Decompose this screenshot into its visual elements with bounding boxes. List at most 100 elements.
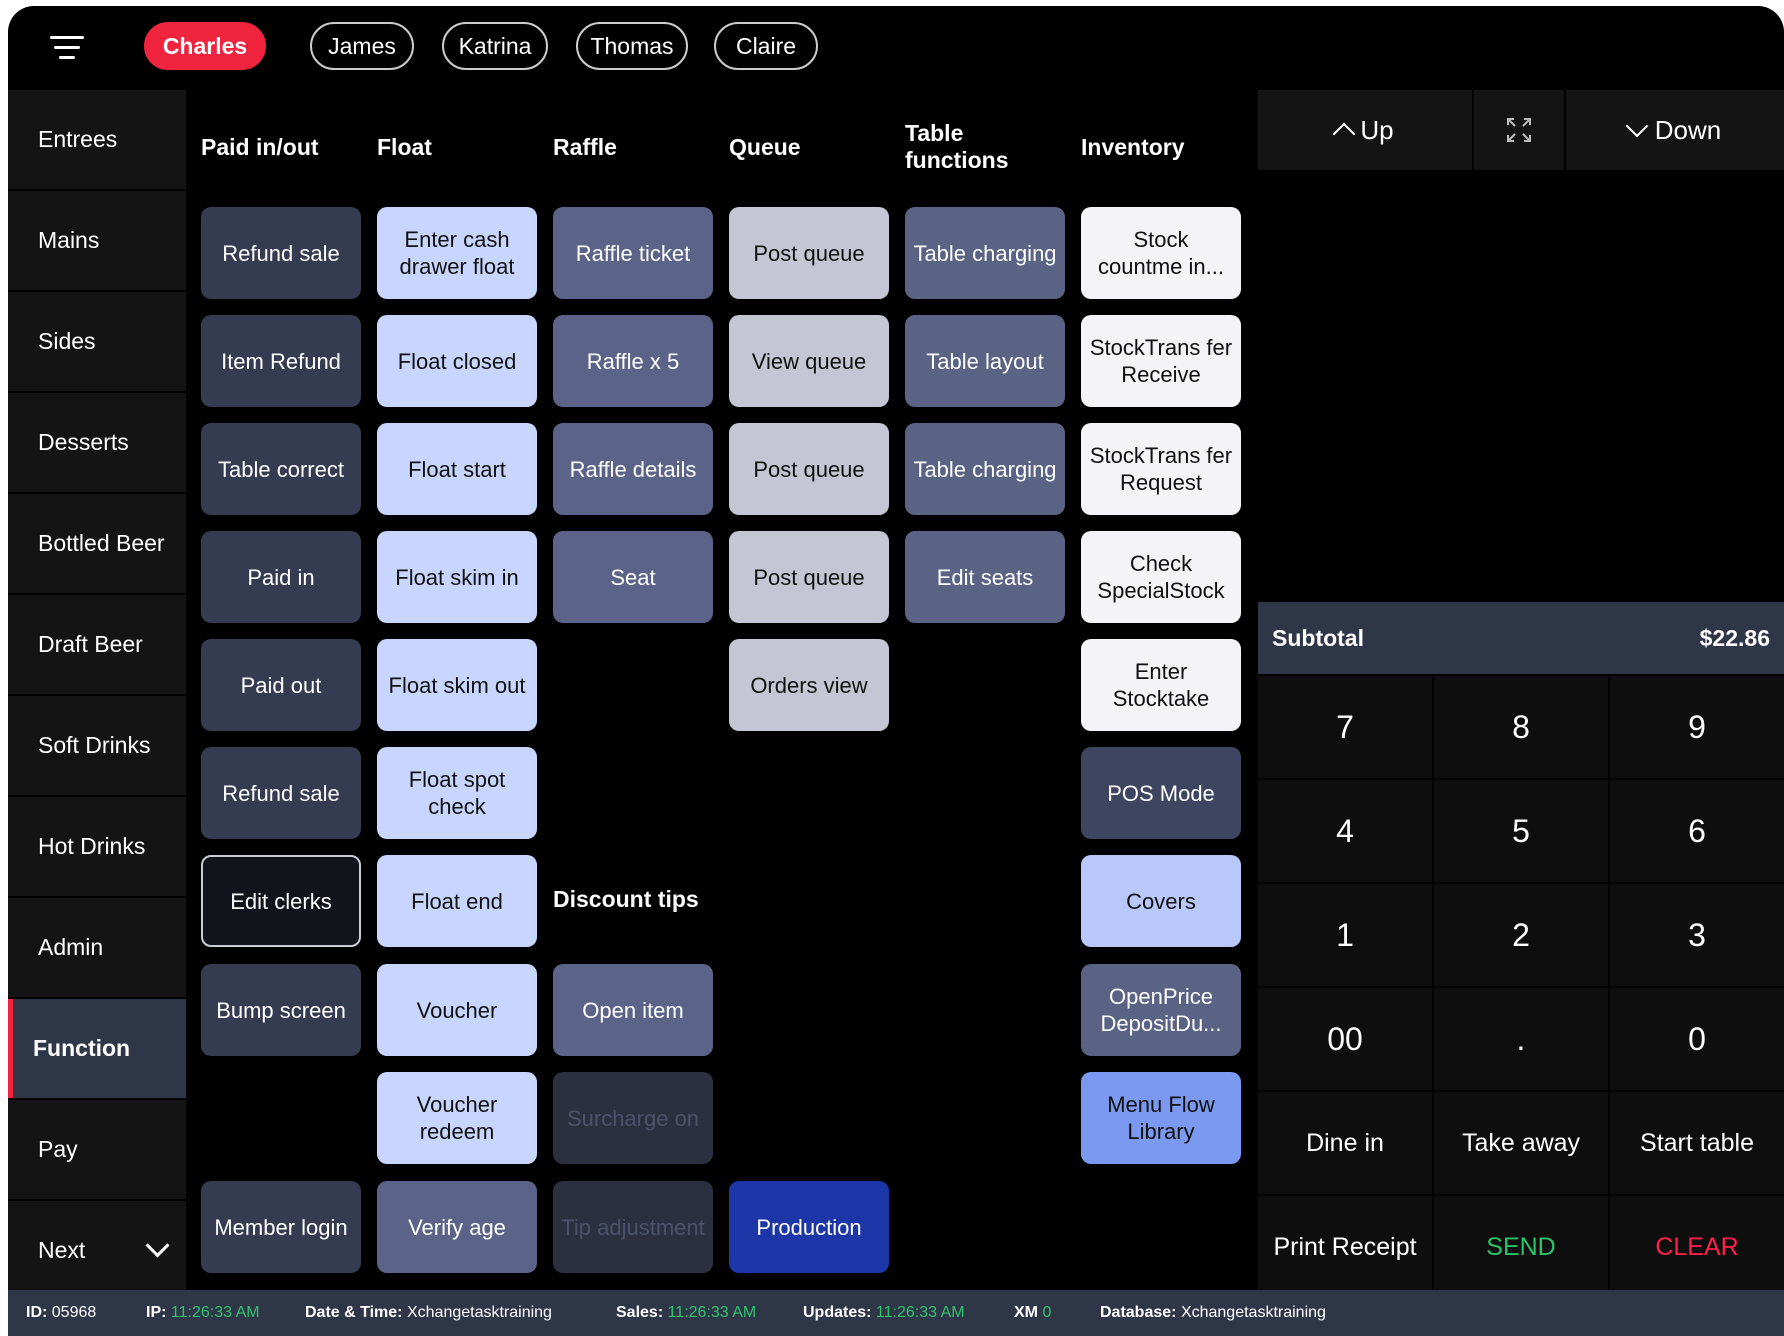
stock-transfer-receive-button[interactable]: StockTrans fer Receive [1081, 315, 1241, 407]
keypad-6[interactable]: 6 [1610, 780, 1784, 882]
edit-seats-button[interactable]: Edit seats [905, 531, 1065, 623]
status-database: Database: Xchangetasktraining [1100, 1304, 1326, 1321]
dine-in-button[interactable]: Dine in [1258, 1092, 1432, 1194]
voucher-button[interactable]: Voucher [377, 964, 537, 1056]
item-refund-button[interactable]: Item Refund [201, 315, 361, 407]
sidebar-item-hot-drinks[interactable]: Hot Drinks [8, 797, 186, 896]
float-end-button[interactable]: Float end [377, 855, 537, 947]
menu-flow-library-button[interactable]: Menu Flow Library [1081, 1072, 1241, 1164]
table-charging-button[interactable]: Table charging [905, 207, 1065, 299]
post-queue-button[interactable]: Post queue [729, 207, 889, 299]
keypad-5[interactable]: 5 [1434, 780, 1608, 882]
float-spot-check-button[interactable]: Float spot check [377, 747, 537, 839]
clerk-tab-katrina[interactable]: Katrina [442, 22, 548, 70]
sidebar-item-pay[interactable]: Pay [8, 1100, 186, 1199]
scroll-down-button[interactable]: Down [1566, 90, 1784, 170]
paid-in-button[interactable]: Paid in [201, 531, 361, 623]
surcharge-on-button[interactable]: Surcharge on [553, 1072, 713, 1164]
status-xm: XM 0 [1014, 1304, 1052, 1321]
float-closed-button[interactable]: Float closed [377, 315, 537, 407]
category-sidebar: Entrees Mains Sides Desserts Bottled Bee… [8, 90, 186, 1300]
keypad-2[interactable]: 2 [1434, 884, 1608, 986]
edit-clerks-button[interactable]: Edit clerks [201, 855, 361, 947]
sidebar-item-admin[interactable]: Admin [8, 898, 186, 997]
clear-button[interactable]: CLEAR [1610, 1196, 1784, 1298]
chevron-down-icon [1625, 114, 1649, 138]
sidebar-item-entrees[interactable]: Entrees [8, 90, 186, 189]
sidebar-item-sides[interactable]: Sides [8, 292, 186, 391]
table-charging-button-2[interactable]: Table charging [905, 423, 1065, 515]
refund-sale-button[interactable]: Refund sale [201, 207, 361, 299]
clerk-tab-claire[interactable]: Claire [714, 22, 818, 70]
status-sales: Sales: 11:26:33 AM [616, 1304, 757, 1321]
table-layout-button[interactable]: Table layout [905, 315, 1065, 407]
open-price-deposit-button[interactable]: OpenPrice DepositDu... [1081, 964, 1241, 1056]
keypad-0[interactable]: 0 [1610, 988, 1784, 1090]
enter-cash-drawer-float-button[interactable]: Enter cash drawer float [377, 207, 537, 299]
sidebar-item-soft-drinks[interactable]: Soft Drinks [8, 696, 186, 795]
scroll-up-button[interactable]: Up [1258, 90, 1472, 170]
raffle-x5-button[interactable]: Raffle x 5 [553, 315, 713, 407]
seat-button[interactable]: Seat [553, 531, 713, 623]
scroll-down-label: Down [1654, 114, 1722, 145]
keypad-00[interactable]: 00 [1258, 988, 1432, 1090]
sidebar-next-label: Next [38, 1237, 86, 1263]
expand-button[interactable] [1474, 90, 1564, 170]
paid-out-button[interactable]: Paid out [201, 639, 361, 731]
stock-countme-in-button[interactable]: Stock countme in... [1081, 207, 1241, 299]
float-skim-out-button[interactable]: Float skim out [377, 639, 537, 731]
keypad-9[interactable]: 9 [1610, 676, 1784, 778]
sidebar-item-function[interactable]: Function [8, 999, 186, 1098]
raffle-details-button[interactable]: Raffle details [553, 423, 713, 515]
status-bar: ID: 05968 IP: 11:26:33 AM Date & Time: X… [8, 1290, 1784, 1336]
keypad-1[interactable]: 1 [1258, 884, 1432, 986]
float-skim-in-button[interactable]: Float skim in [377, 531, 537, 623]
tip-adjustment-button[interactable]: Tip adjustment [553, 1181, 713, 1273]
column-header-table: Table functions [905, 120, 1009, 173]
refund-sale-button-2[interactable]: Refund sale [201, 747, 361, 839]
member-login-button[interactable]: Member login [201, 1181, 361, 1273]
pos-mode-button[interactable]: POS Mode [1081, 747, 1241, 839]
keypad-decimal[interactable]: . [1434, 988, 1608, 1090]
float-start-button[interactable]: Float start [377, 423, 537, 515]
post-queue-button-2[interactable]: Post queue [729, 423, 889, 515]
status-date-time: Date & Time: Xchangetasktraining [305, 1304, 552, 1321]
check-special-stock-button[interactable]: Check SpecialStock [1081, 531, 1241, 623]
keypad-8[interactable]: 8 [1434, 676, 1608, 778]
sidebar-item-next[interactable]: Next [8, 1201, 186, 1300]
take-away-button[interactable]: Take away [1434, 1092, 1608, 1194]
keypad-4[interactable]: 4 [1258, 780, 1432, 882]
start-table-button[interactable]: Start table [1610, 1092, 1784, 1194]
clerk-tab-thomas[interactable]: Thomas [576, 22, 688, 70]
send-button[interactable]: SEND [1434, 1196, 1608, 1298]
covers-button[interactable]: Covers [1081, 855, 1241, 947]
sidebar-item-mains[interactable]: Mains [8, 191, 186, 290]
column-header-inventory: Inventory [1081, 134, 1185, 160]
keypad-3[interactable]: 3 [1610, 884, 1784, 986]
chevron-down-icon [145, 1233, 170, 1258]
enter-stocktake-button[interactable]: Enter Stocktake [1081, 639, 1241, 731]
hamburger-menu-icon[interactable] [50, 36, 84, 60]
print-receipt-button[interactable]: Print Receipt [1258, 1196, 1432, 1298]
table-correct-button[interactable]: Table correct [201, 423, 361, 515]
voucher-redeem-button[interactable]: Voucher redeem [377, 1072, 537, 1164]
chevron-up-icon [1333, 122, 1356, 146]
raffle-ticket-button[interactable]: Raffle ticket [553, 207, 713, 299]
keypad-7[interactable]: 7 [1258, 676, 1432, 778]
bump-screen-button[interactable]: Bump screen [201, 964, 361, 1056]
production-button[interactable]: Production [729, 1181, 889, 1273]
clerk-tab-james[interactable]: James [310, 22, 414, 70]
clerk-tab-charles[interactable]: Charles [144, 22, 266, 70]
subtotal-bar: Subtotal $22.86 [1258, 602, 1784, 674]
sidebar-item-bottled-beer[interactable]: Bottled Beer [8, 494, 186, 593]
open-item-button[interactable]: Open item [553, 964, 713, 1056]
sidebar-item-desserts[interactable]: Desserts [8, 393, 186, 492]
discount-tips-heading: Discount tips [553, 886, 699, 912]
post-queue-button-3[interactable]: Post queue [729, 531, 889, 623]
orders-view-button[interactable]: Orders view [729, 639, 889, 731]
sidebar-item-draft-beer[interactable]: Draft Beer [8, 595, 186, 694]
top-bar: Charles James Katrina Thomas Claire [8, 6, 1784, 90]
stock-transfer-request-button[interactable]: StockTrans fer Request [1081, 423, 1241, 515]
view-queue-button[interactable]: View queue [729, 315, 889, 407]
verify-age-button[interactable]: Verify age [377, 1181, 537, 1273]
